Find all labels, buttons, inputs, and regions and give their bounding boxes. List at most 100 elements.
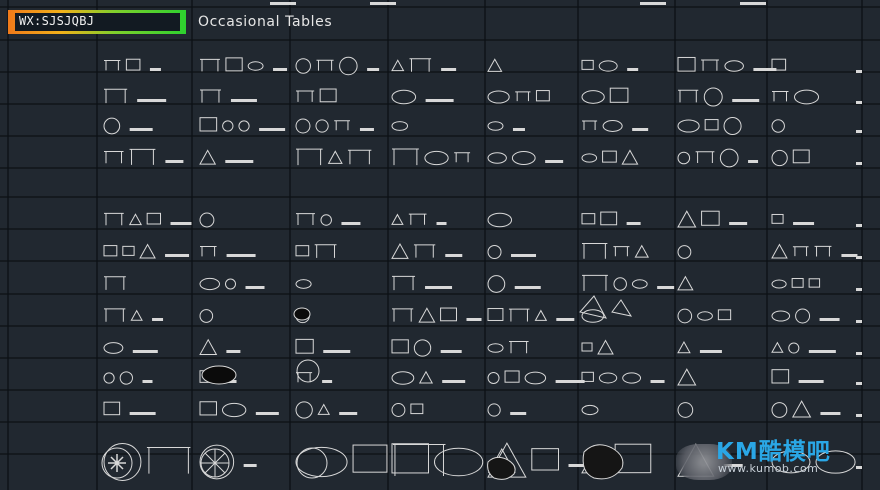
label-bar-mark: [225, 160, 254, 163]
furniture-block-icon: [581, 59, 594, 70]
label-bar-mark: [323, 350, 351, 353]
furniture-block-icon: [225, 278, 237, 290]
furniture-block-icon: [634, 244, 650, 258]
round-table-plan-icon: [108, 454, 126, 472]
furniture-block-icon: [440, 307, 457, 322]
furniture-block-icon: [122, 245, 135, 256]
furniture-block-icon: [391, 59, 405, 72]
furniture-block-icon: [719, 148, 739, 168]
label-bar-mark: [466, 318, 482, 321]
furniture-block-icon: [677, 119, 700, 133]
label-bar-mark: [748, 160, 759, 163]
label-bar-mark: [699, 350, 722, 353]
furniture-block-icon: [199, 338, 218, 356]
label-bar-mark: [819, 318, 840, 321]
furniture-block-icon: [225, 57, 243, 72]
label-bar-mark: [445, 254, 463, 257]
label-bar-mark: [627, 68, 639, 71]
label-bar-mark: [856, 162, 862, 165]
furniture-block-icon: [772, 90, 789, 102]
furniture-block-icon: [602, 150, 617, 163]
label-bar-mark: [255, 412, 279, 415]
furniture-block-icon: [597, 339, 614, 355]
label-bar-mark: [165, 160, 184, 163]
furniture-block-icon: [677, 402, 694, 418]
label-bar-mark: [273, 68, 288, 71]
label-bar-mark: [270, 2, 296, 5]
label-bar-mark: [568, 464, 584, 467]
furniture-block-icon: [315, 119, 329, 133]
furniture-block-icon: [613, 277, 627, 291]
wechat-badge: WX:SJSJQBJ: [8, 10, 186, 34]
furniture-block-icon: [104, 88, 128, 104]
furniture-block-icon: [600, 211, 618, 226]
furniture-block-icon: [771, 402, 788, 418]
furniture-block-icon: [146, 447, 191, 474]
label-bar-mark: [425, 286, 453, 289]
label-bar-mark: [640, 2, 666, 5]
label-bar-mark: [230, 99, 257, 102]
furniture-block-icon: [391, 403, 406, 417]
label-bar-mark: [856, 352, 862, 355]
furniture-block-icon: [103, 372, 115, 384]
furniture-block-icon: [598, 60, 618, 72]
furniture-block-icon: [418, 307, 436, 323]
filled-rug-icon: [582, 444, 624, 480]
furniture-block-icon: [409, 58, 432, 72]
cad-drawing-canvas[interactable]: WX:SJSJQBJ Occasional Tables KM酷模吧 www.k…: [0, 0, 880, 490]
furniture-block-icon: [295, 279, 312, 289]
furniture-block-icon: [320, 214, 332, 226]
furniture-block-icon: [199, 309, 214, 323]
label-bar-mark: [732, 99, 760, 102]
label-bar-mark: [555, 380, 585, 383]
furniture-block-icon: [581, 404, 599, 416]
furniture-block-icon: [327, 150, 343, 164]
furniture-block-icon: [792, 246, 809, 257]
round-table-plan-icon: [201, 449, 229, 477]
label-bar-mark: [856, 130, 862, 133]
furniture-block-icon: [511, 150, 536, 166]
furniture-block-icon: [296, 213, 315, 226]
label-bar-mark: [243, 464, 257, 467]
furniture-block-icon: [319, 88, 337, 103]
label-bar-mark: [245, 286, 265, 289]
label-bar-mark: [442, 380, 466, 383]
furniture-block-icon: [391, 242, 409, 259]
furniture-block-icon: [703, 87, 723, 107]
furniture-block-icon: [535, 90, 550, 102]
furniture-block-icon: [581, 342, 593, 352]
label-bar-mark: [856, 288, 862, 291]
furniture-block-icon: [295, 401, 313, 419]
furniture-block-icon: [602, 120, 623, 132]
furniture-block-icon: [515, 91, 531, 102]
furniture-block-icon: [678, 89, 699, 103]
furniture-block-icon: [717, 309, 732, 321]
furniture-block-icon: [613, 246, 630, 257]
furniture-block-icon: [130, 309, 143, 321]
furniture-block-icon: [487, 90, 510, 104]
filled-table-top-icon: [201, 365, 237, 385]
furniture-block-icon: [413, 244, 436, 258]
furniture-block-icon: [677, 368, 697, 386]
label-bar-mark: [556, 318, 575, 321]
label-bar-mark: [436, 222, 447, 225]
label-bar-mark: [793, 222, 815, 225]
furniture-block-icon: [295, 338, 314, 354]
label-bar-mark: [729, 222, 748, 225]
furniture-block-icon: [487, 371, 500, 385]
sheet-title: Occasional Tables: [198, 14, 333, 30]
cad-grid-and-blocks: [0, 0, 880, 490]
label-bar-mark: [514, 286, 541, 289]
furniture-block-icon: [701, 210, 720, 226]
round-table-plan-icon: [296, 447, 328, 479]
watermark-brand: KM酷模吧: [716, 439, 831, 465]
label-bar-mark: [841, 254, 858, 257]
badge-label: WX:SJSJQBJ: [19, 14, 95, 28]
label-bar-mark: [359, 128, 374, 131]
label-bar-mark: [740, 2, 766, 5]
furniture-block-icon: [487, 212, 513, 228]
furniture-block-icon: [238, 120, 250, 132]
furniture-block-icon: [794, 89, 820, 105]
furniture-block-icon: [677, 210, 697, 228]
furniture-block-icon: [677, 308, 693, 324]
